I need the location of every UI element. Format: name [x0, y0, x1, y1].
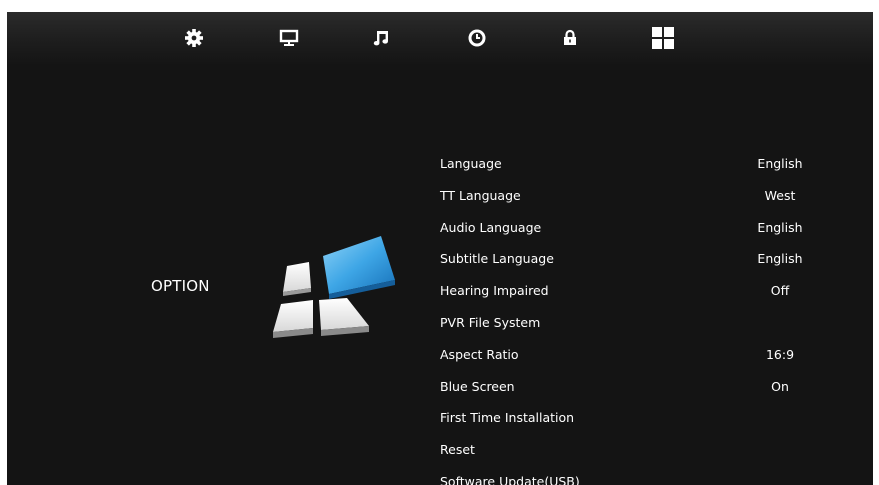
menu-item-label: PVR File System — [440, 314, 541, 330]
menu-item-value: Off — [770, 283, 790, 299]
menu-item-value: On — [771, 378, 789, 394]
menu-item-reset[interactable]: Reset — [440, 434, 840, 466]
menu-item-language[interactable]: Language English — [440, 148, 840, 180]
menu-item-label: Software Update(USB) — [440, 473, 580, 485]
tab-time[interactable] — [463, 24, 491, 52]
page-title: OPTION — [151, 277, 210, 295]
option-logo-icon — [259, 222, 409, 356]
menu-item-hearing-impaired[interactable]: Hearing Impaired Off — [440, 275, 840, 307]
tab-screen[interactable] — [275, 24, 303, 52]
menu-item-label: Blue Screen — [440, 378, 515, 394]
menu-item-label: Aspect Ratio — [440, 346, 519, 362]
menu-item-label: First Time Installation — [440, 410, 575, 426]
music-note-icon — [373, 31, 388, 46]
menu-item-value: English — [757, 251, 803, 267]
menu-item-aspect-ratio[interactable]: Aspect Ratio 16:9 — [440, 339, 840, 371]
menu-item-tt-language[interactable]: TT Language West — [440, 180, 840, 212]
tab-sound[interactable] — [368, 24, 396, 52]
option-menu: Language English TT Language West Audio … — [440, 148, 840, 485]
menu-item-label: Reset — [440, 442, 475, 458]
tab-option[interactable] — [649, 24, 677, 52]
tv-menu-screen: OPTION Language English TT Language West… — [7, 12, 873, 485]
menu-item-value: 16:9 — [765, 346, 795, 362]
grid-icon — [652, 27, 674, 49]
lock-icon — [564, 29, 576, 45]
gear-icon — [185, 29, 203, 47]
menu-item-label: TT Language — [440, 187, 521, 203]
menu-item-audio-language[interactable]: Audio Language English — [440, 212, 840, 244]
menu-item-value: English — [757, 156, 803, 171]
menu-item-value: English — [757, 219, 803, 235]
menu-item-software-update-usb[interactable]: Software Update(USB) — [440, 466, 840, 485]
clock-icon — [468, 29, 486, 47]
top-tab-bar — [7, 12, 873, 66]
tab-lock[interactable] — [556, 24, 584, 52]
menu-item-label: Hearing Impaired — [440, 283, 549, 299]
menu-item-label: Audio Language — [440, 219, 542, 235]
menu-item-pvr-file-system[interactable]: PVR File System — [440, 307, 840, 339]
monitor-icon — [279, 29, 299, 46]
menu-item-first-time-installation[interactable]: First Time Installation — [440, 402, 840, 434]
menu-item-value: West — [764, 187, 796, 203]
menu-item-subtitle-language[interactable]: Subtitle Language English — [440, 243, 840, 275]
menu-item-blue-screen[interactable]: Blue Screen On — [440, 371, 840, 403]
menu-item-label: Subtitle Language — [440, 251, 554, 267]
menu-item-label: Language — [440, 156, 502, 171]
tab-picture[interactable] — [180, 24, 208, 52]
